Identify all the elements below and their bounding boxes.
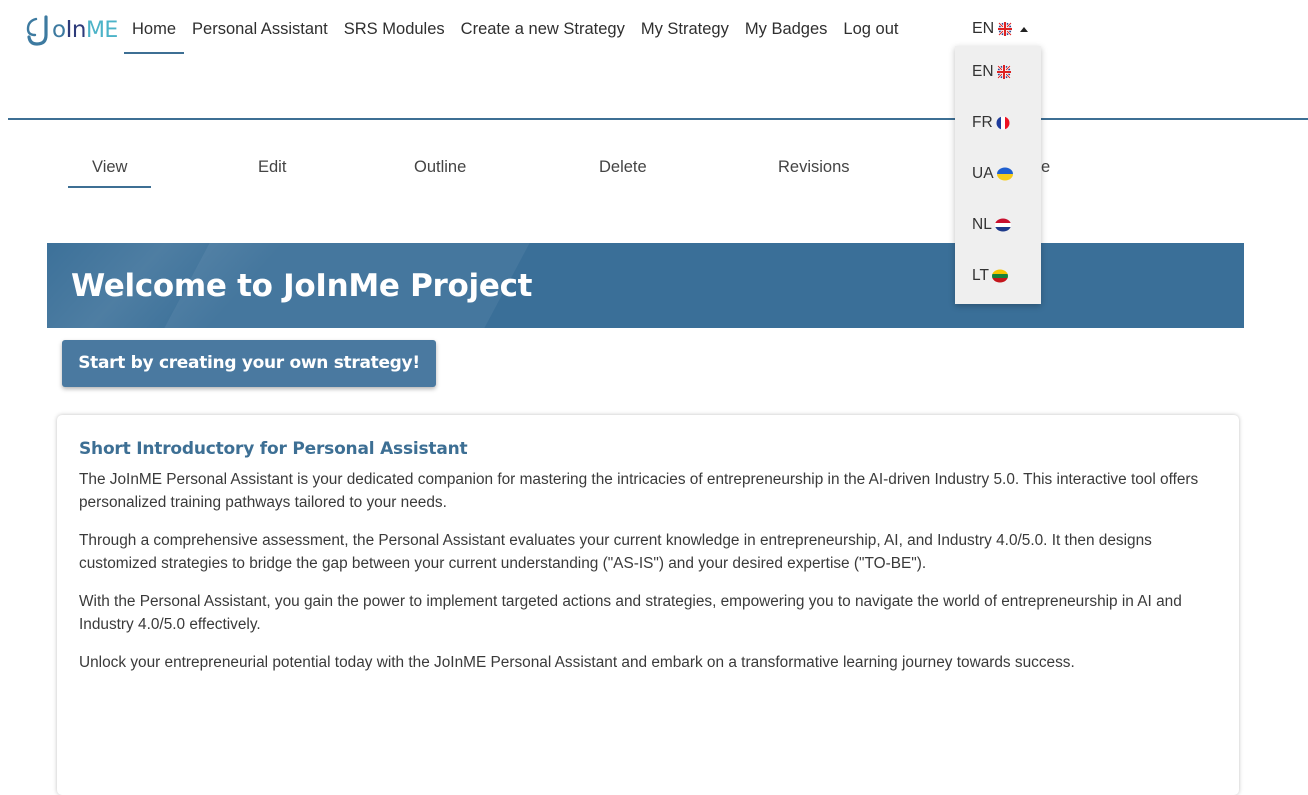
nav-personal-assistant[interactable]: Personal Assistant xyxy=(184,0,336,38)
header-divider xyxy=(8,118,1308,120)
nav-log-out[interactable]: Log out xyxy=(835,0,906,38)
language-option-fr[interactable]: FR xyxy=(972,114,1012,132)
intro-card: Short Introductory for Personal Assistan… xyxy=(57,415,1239,795)
nav-my-strategy[interactable]: My Strategy xyxy=(633,0,737,38)
welcome-banner: Welcome to JoInMe Project xyxy=(47,243,1244,328)
intro-paragraph: Unlock your entrepreneurial potential to… xyxy=(79,654,1075,671)
language-code: FR xyxy=(972,114,993,131)
tab-view[interactable]: View xyxy=(67,158,153,188)
language-code: NL xyxy=(972,216,992,233)
logo-text-me: ME xyxy=(85,17,118,43)
current-language: EN xyxy=(972,20,995,37)
tab-edit[interactable]: Edit xyxy=(258,158,286,177)
tab-outline[interactable]: Outline xyxy=(414,158,466,177)
language-code: LT xyxy=(972,267,989,284)
create-strategy-button[interactable]: Start by creating your own strategy! xyxy=(62,340,436,387)
netherlands-flag-icon xyxy=(994,218,1011,232)
language-option-ua[interactable]: UA xyxy=(972,165,1013,183)
intro-title: Short Introductory for Personal Assistan… xyxy=(79,439,468,459)
joinme-logo[interactable]: o In ME xyxy=(26,12,118,48)
logo-mark-icon xyxy=(26,15,52,46)
local-tasks-tabs: View Edit Outline Delete Revisions xyxy=(0,146,1308,194)
language-switcher[interactable]: EN xyxy=(972,20,1029,38)
top-navigation: o In ME Home Personal Assistant SRS Modu… xyxy=(0,0,1308,70)
tab-revisions[interactable]: Revisions xyxy=(778,158,850,177)
nav-home[interactable]: Home xyxy=(124,0,185,54)
logo-text-o: o xyxy=(52,17,66,43)
intro-paragraph: With the Personal Assistant, you gain th… xyxy=(79,593,1182,633)
ukraine-flag-icon xyxy=(996,167,1013,181)
intro-paragraph: The JoInME Personal Assistant is your de… xyxy=(79,471,1199,511)
nav-my-badges[interactable]: My Badges xyxy=(737,0,836,38)
nav-create-strategy[interactable]: Create a new Strategy xyxy=(453,0,633,38)
tab-partially-hidden[interactable]: e xyxy=(1041,158,1050,177)
language-code: UA xyxy=(972,165,994,182)
uk-flag-icon xyxy=(998,22,1014,36)
language-option-en[interactable]: EN xyxy=(972,63,1013,81)
language-dropdown: EN FR UA NL LT xyxy=(955,46,1041,304)
main-menu: Home Personal Assistant SRS Modules Crea… xyxy=(124,0,906,60)
language-code: EN xyxy=(972,63,994,80)
page-title: Welcome to JoInMe Project xyxy=(71,268,533,304)
uk-flag-icon xyxy=(996,65,1013,79)
intro-paragraph: Through a comprehensive assessment, the … xyxy=(79,532,1152,572)
france-flag-icon xyxy=(996,116,1012,130)
language-option-nl[interactable]: NL xyxy=(972,216,1011,234)
language-option-lt[interactable]: LT xyxy=(972,267,1008,285)
lithuania-flag-icon xyxy=(991,269,1008,283)
nav-srs-modules[interactable]: SRS Modules xyxy=(336,0,453,38)
caret-up-icon xyxy=(1020,26,1029,32)
tab-delete[interactable]: Delete xyxy=(599,158,647,177)
logo-text-in: In xyxy=(65,17,87,43)
